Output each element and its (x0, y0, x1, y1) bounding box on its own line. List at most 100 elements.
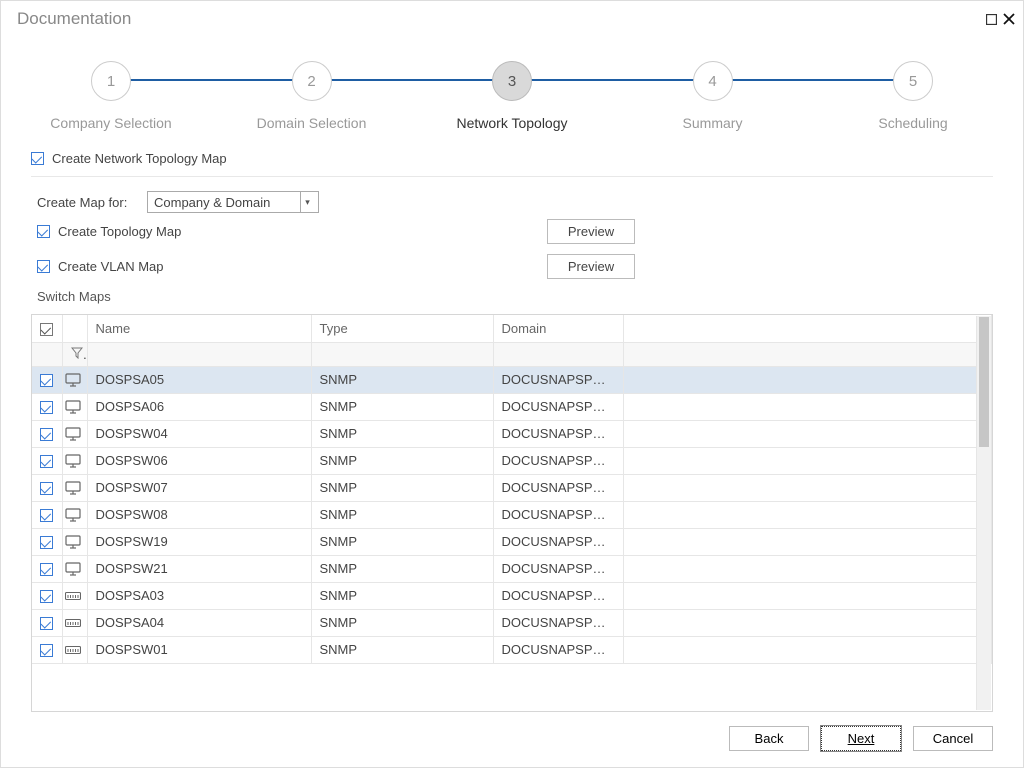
cell-domain: DOCUSNAPSPOR... (493, 474, 623, 501)
cell-domain: DOCUSNAPSPOR... (493, 582, 623, 609)
create-network-topology-label: Create Network Topology Map (52, 151, 227, 166)
cell-name: DOSPSW06 (87, 447, 311, 474)
monitor-icon (65, 373, 85, 387)
stepper-step: 3 Network Topology (432, 61, 592, 131)
cell-name: DOSPSW07 (87, 474, 311, 501)
row-checkbox[interactable] (40, 563, 53, 576)
table-row[interactable]: DOSPSA05SNMPDOCUSNAPSPOR... (32, 366, 992, 393)
stepper-step: 5Scheduling (833, 61, 993, 131)
table-row[interactable]: DOSPSW08SNMPDOCUSNAPSPOR... (32, 501, 992, 528)
create-vlan-label: Create VLAN Map (58, 259, 164, 274)
monitor-icon (65, 400, 85, 414)
col-header-name[interactable]: Name (87, 315, 311, 342)
cell-name: DOSPSA06 (87, 393, 311, 420)
cell-type: SNMP (311, 609, 493, 636)
row-checkbox[interactable] (40, 509, 53, 522)
create-topology-checkbox[interactable] (37, 225, 50, 238)
step-label: Summary (683, 115, 743, 131)
step-circle: 2 (292, 61, 332, 101)
filter-domain-cell[interactable] (493, 342, 623, 366)
table-row[interactable]: DOSPSA04SNMPDOCUSNAPSPOR... (32, 609, 992, 636)
cell-domain: DOCUSNAPSPOR... (493, 528, 623, 555)
cell-name: DOSPSW21 (87, 555, 311, 582)
create-map-for-value: Company & Domain (154, 195, 270, 210)
filter-name-cell[interactable] (87, 342, 311, 366)
table-row[interactable]: DOSPSW21SNMPDOCUSNAPSPOR... (32, 555, 992, 582)
step-label: Network Topology (456, 115, 567, 131)
cell-domain: DOCUSNAPSPOR... (493, 501, 623, 528)
preview-vlan-button[interactable]: Preview (547, 254, 635, 279)
preview-topology-button[interactable]: Preview (547, 219, 635, 244)
switch-icon (65, 591, 85, 601)
cell-domain: DOCUSNAPSPOR... (493, 447, 623, 474)
cell-name: DOSPSW01 (87, 636, 311, 663)
grid-scrollbar[interactable] (976, 316, 991, 710)
create-map-for-label: Create Map for: (37, 195, 137, 210)
col-header-type[interactable]: Type (311, 315, 493, 342)
cell-domain: DOCUSNAPSPOR... (493, 393, 623, 420)
table-row[interactable]: DOSPSW01SNMPDOCUSNAPSPOR... (32, 636, 992, 663)
monitor-icon (65, 562, 85, 576)
cell-type: SNMP (311, 366, 493, 393)
filter-icon[interactable] (71, 347, 83, 359)
create-vlan-checkbox[interactable] (37, 260, 50, 273)
close-icon[interactable] (1003, 13, 1015, 25)
cell-type: SNMP (311, 636, 493, 663)
monitor-icon (65, 508, 85, 522)
stepper-step: 1Company Selection (31, 61, 191, 131)
row-checkbox[interactable] (40, 455, 53, 468)
cell-type: SNMP (311, 555, 493, 582)
step-circle: 4 (693, 61, 733, 101)
stepper-step: 2 Domain Selection (232, 61, 392, 131)
cell-domain: DOCUSNAPSPOR... (493, 366, 623, 393)
cancel-button[interactable]: Cancel (913, 726, 993, 751)
cell-name: DOSPSW04 (87, 420, 311, 447)
step-circle: 3 (492, 61, 532, 101)
cell-name: DOSPSA05 (87, 366, 311, 393)
cell-type: SNMP (311, 447, 493, 474)
scrollbar-thumb[interactable] (979, 317, 989, 447)
wizard-footer: Back Next Cancel (1, 712, 1023, 767)
create-map-for-select[interactable]: Company & Domain ▾ (147, 191, 319, 213)
table-row[interactable]: DOSPSA03SNMPDOCUSNAPSPOR... (32, 582, 992, 609)
cell-domain: DOCUSNAPSPOR... (493, 609, 623, 636)
create-network-topology-checkbox-row: Create Network Topology Map (31, 143, 993, 177)
switch-icon (65, 645, 85, 655)
create-topology-label: Create Topology Map (58, 224, 181, 239)
row-checkbox[interactable] (40, 428, 53, 441)
stepper-step: 4 Summary (633, 61, 793, 131)
monitor-icon (65, 427, 85, 441)
monitor-icon (65, 454, 85, 468)
filter-type-cell[interactable] (311, 342, 493, 366)
row-checkbox[interactable] (40, 617, 53, 630)
cell-domain: DOCUSNAPSPOR... (493, 636, 623, 663)
monitor-icon (65, 535, 85, 549)
select-all-checkbox[interactable] (40, 323, 53, 336)
table-row[interactable]: DOSPSW19SNMPDOCUSNAPSPOR... (32, 528, 992, 555)
step-label: Domain Selection (257, 115, 367, 131)
back-button[interactable]: Back (729, 726, 809, 751)
cell-domain: DOCUSNAPSPOR... (493, 420, 623, 447)
row-checkbox[interactable] (40, 401, 53, 414)
row-checkbox[interactable] (40, 644, 53, 657)
cell-type: SNMP (311, 393, 493, 420)
table-row[interactable]: DOSPSW06SNMPDOCUSNAPSPOR... (32, 447, 992, 474)
row-checkbox[interactable] (40, 374, 53, 387)
next-button[interactable]: Next (821, 726, 901, 751)
row-checkbox[interactable] (40, 590, 53, 603)
create-network-topology-checkbox[interactable] (31, 152, 44, 165)
step-circle: 1 (91, 61, 131, 101)
row-checkbox[interactable] (40, 536, 53, 549)
switch-maps-grid: Name Type Domain (31, 314, 993, 712)
maximize-icon[interactable] (986, 14, 997, 25)
table-row[interactable]: DOSPSW07SNMPDOCUSNAPSPOR... (32, 474, 992, 501)
cell-type: SNMP (311, 528, 493, 555)
table-row[interactable]: DOSPSA06SNMPDOCUSNAPSPOR... (32, 393, 992, 420)
row-checkbox[interactable] (40, 482, 53, 495)
monitor-icon (65, 481, 85, 495)
cell-name: DOSPSA04 (87, 609, 311, 636)
cell-type: SNMP (311, 420, 493, 447)
col-header-domain[interactable]: Domain (493, 315, 623, 342)
table-row[interactable]: DOSPSW04SNMPDOCUSNAPSPOR... (32, 420, 992, 447)
cell-type: SNMP (311, 501, 493, 528)
